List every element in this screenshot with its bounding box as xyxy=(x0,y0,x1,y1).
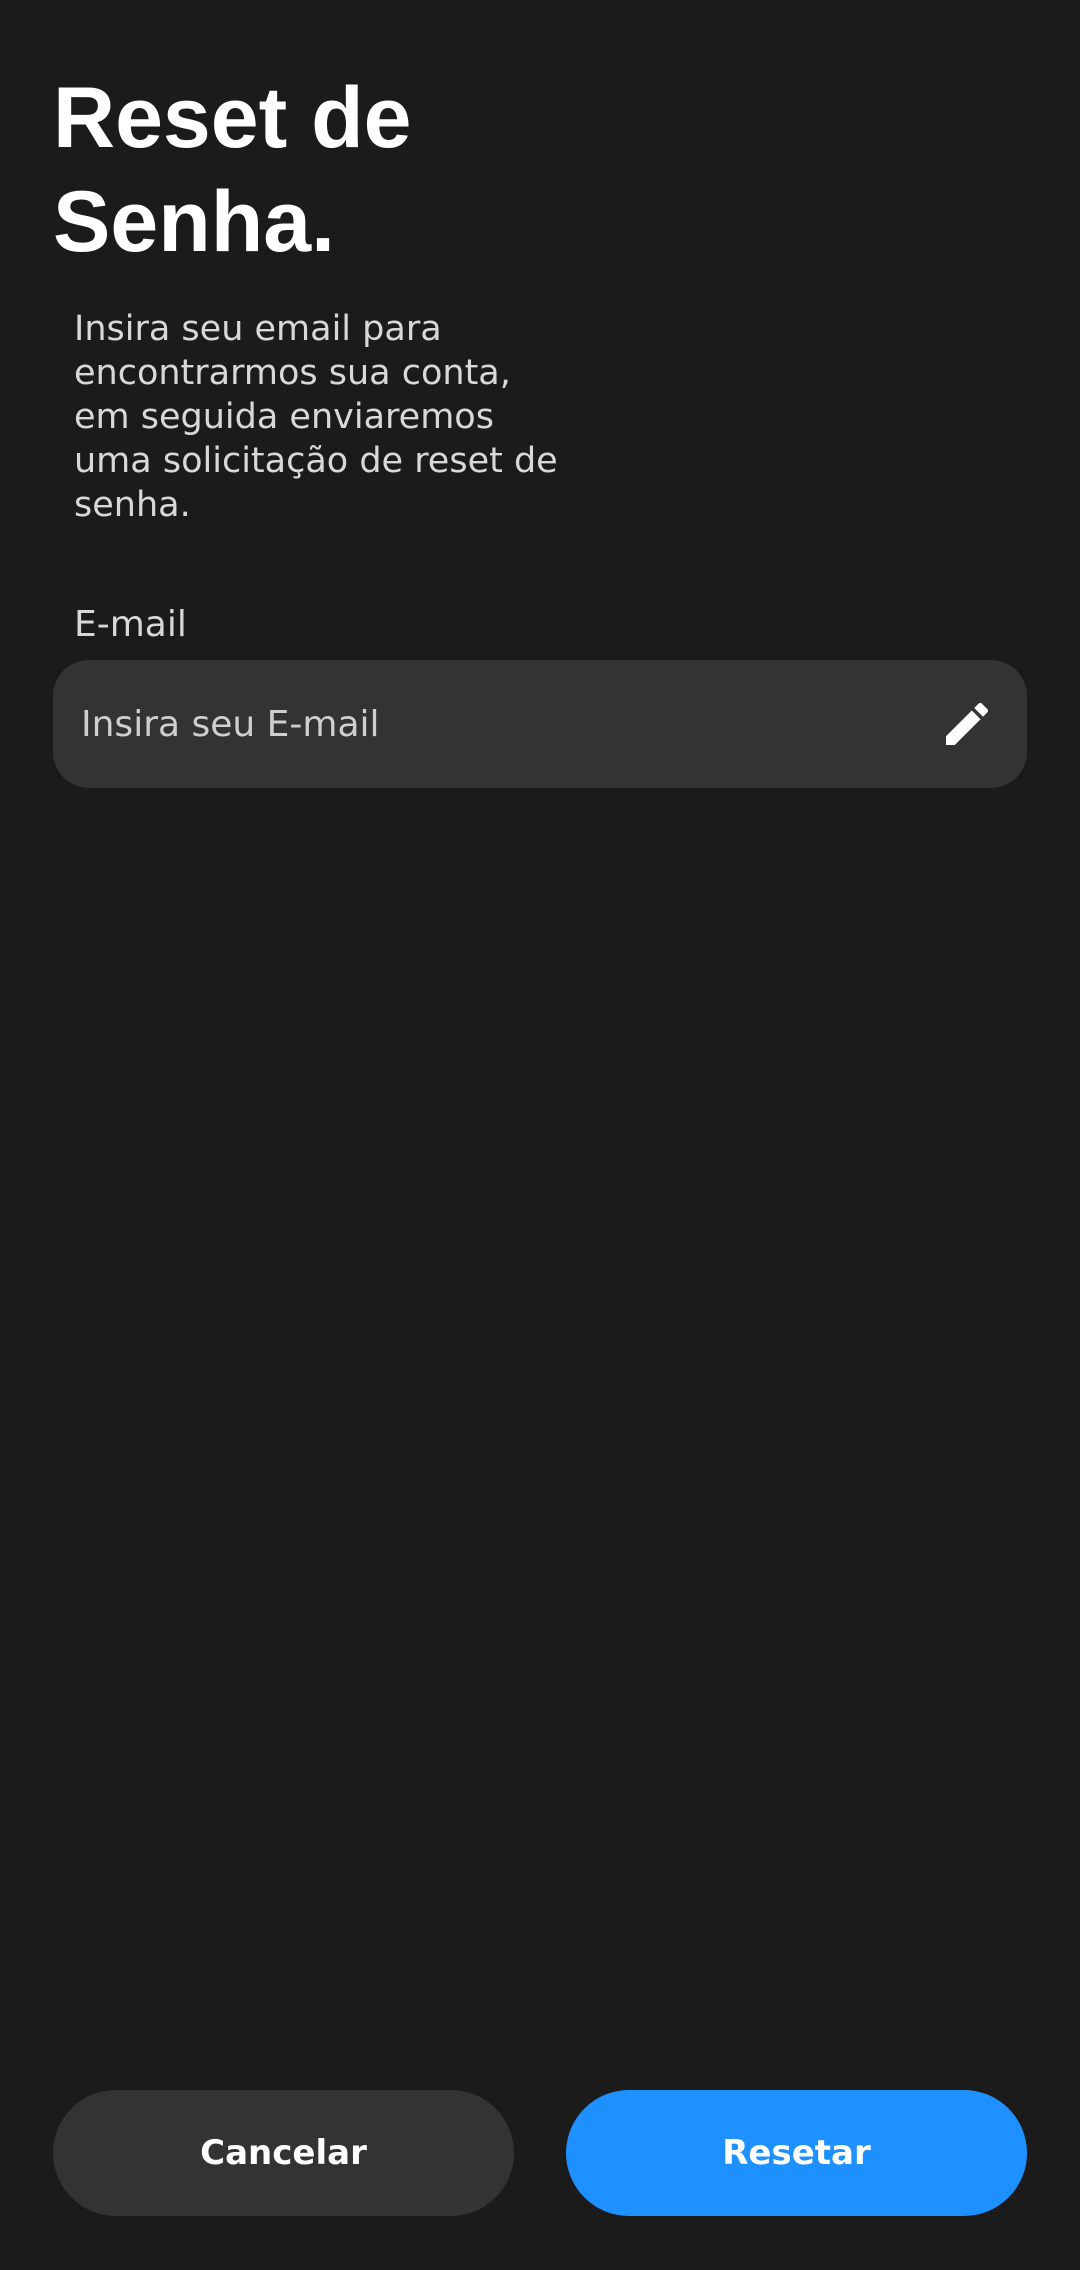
pencil-icon[interactable] xyxy=(939,696,995,752)
page-title: Reset de Senha. xyxy=(53,70,412,270)
instructions-text: Insira seu email para encontrarmos sua c… xyxy=(74,309,558,525)
reset-button[interactable]: Resetar xyxy=(566,2090,1027,2216)
cancel-button[interactable]: Cancelar xyxy=(53,2090,514,2216)
email-input[interactable] xyxy=(81,660,901,788)
email-field-container xyxy=(53,660,1027,788)
reset-password-screen: Reset de Senha. Insira seu email para en… xyxy=(0,0,1080,2270)
email-label: E-mail xyxy=(74,604,187,645)
